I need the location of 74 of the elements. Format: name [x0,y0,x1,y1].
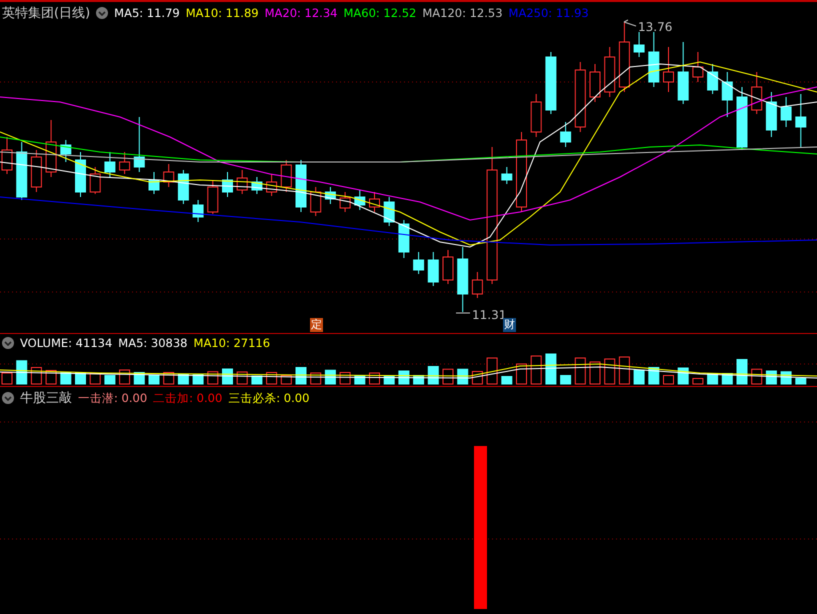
candlestick [207,180,218,214]
candlestick [16,142,28,200]
indicator-title: 牛股三敲 [20,390,72,407]
candlestick [442,250,454,284]
candlestick [296,160,306,212]
chevron-down-icon[interactable] [2,337,14,349]
indicator-value: MA10: 27116 [194,336,270,350]
candlestick [457,246,468,312]
candlestick [119,152,130,174]
indicator-value: MA20: 12.34 [264,6,338,20]
candlestick [46,120,57,178]
candlestick [163,164,174,188]
candlestick [692,52,704,82]
leader-line [456,312,470,314]
candlestick [60,140,72,162]
candlestick [192,200,204,222]
indicator-value: MA250: 11.93 [508,6,589,20]
candlestick [310,186,322,216]
candlestick [280,160,292,192]
candlestick [354,190,366,210]
candlestick [604,46,616,98]
candlestick [795,94,806,148]
candlestick [545,52,556,114]
candlestick [722,72,733,118]
candlestick [618,22,630,92]
candlestick [472,272,483,298]
candlestick [324,186,336,204]
chart-title: 英特集团(日线) [2,5,90,22]
candlestick [428,252,439,286]
candlestick [30,150,42,192]
candlestick [340,192,351,212]
candlestick [751,72,762,114]
candlestick [648,32,660,88]
candlestick [678,42,689,104]
candlestick [251,176,262,194]
candlestick [780,96,792,128]
chevron-down-icon[interactable] [96,7,108,19]
high-price-label: 13.76 [638,20,672,34]
candlestick [266,174,278,196]
candlestick [736,86,748,150]
candlestick [634,32,645,58]
indicator-value: VOLUME: 41134 [20,336,112,350]
candlestick [178,170,189,204]
candlestick [530,94,542,138]
candlestick [148,172,160,194]
indicator-value: MA5: 11.79 [114,6,180,20]
candlestick [574,62,586,132]
candlestick [413,252,424,274]
candlestick [766,92,777,138]
candlestick [369,192,380,212]
candlestick [663,46,674,92]
candlestick [384,196,395,226]
candlestick [560,122,572,148]
candlestick [75,152,86,198]
indicator-value: MA5: 30838 [118,336,188,350]
candlestick [222,172,233,198]
candlestick [707,64,718,94]
event-marker[interactable]: 定 [310,318,323,332]
candlestick [398,220,410,258]
indicator-value: MA60: 12.52 [343,6,416,20]
indicator-value: MA120: 12.53 [422,6,503,20]
candlestick [104,152,116,178]
candlestick [590,64,600,102]
leader-line [624,20,636,26]
indicator-value: 二击加: 0.00 [153,390,222,406]
indicator-value: 三击必杀: 0.00 [228,390,310,406]
indicator-value: 一击潜: 0.00 [78,390,148,406]
candlestick [501,166,512,184]
event-marker[interactable]: 财 [503,318,516,332]
indicator-value: MA10: 11.89 [186,6,259,20]
candlestick [236,170,248,194]
candlestick [134,116,145,172]
candlestick [90,166,101,194]
chevron-down-icon[interactable] [2,392,14,404]
